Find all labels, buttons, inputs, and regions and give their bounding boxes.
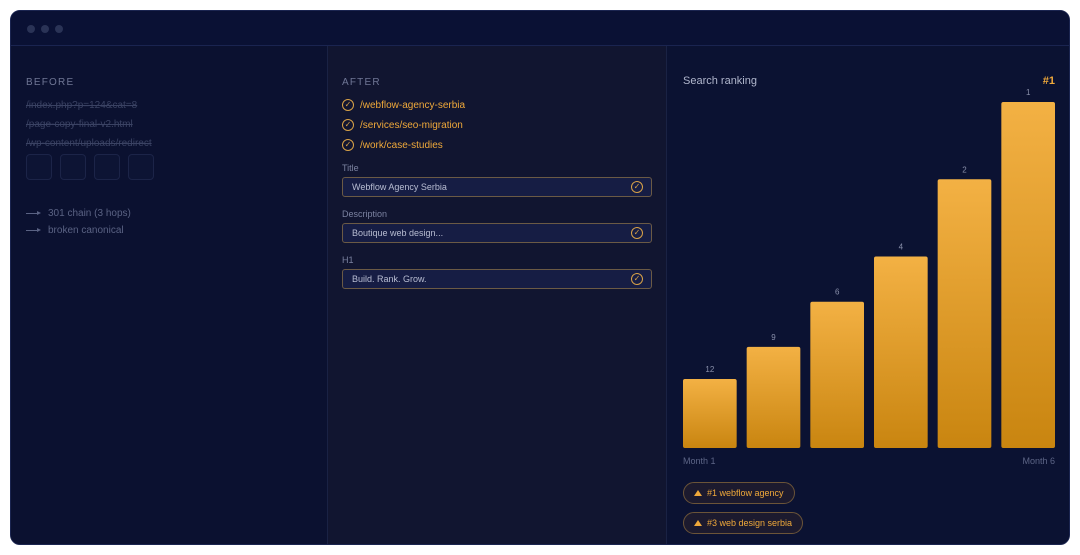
arrow-right-icon [26, 210, 42, 217]
app-window: Before /index.php?p=124&cat=8 /page-copy… [10, 10, 1070, 545]
ranking-bar-chart: 12 9 6 4 2 1 [683, 88, 1055, 448]
placeholder-box [26, 154, 52, 180]
bar [874, 256, 928, 448]
x-axis-label-end: Month 6 [1022, 456, 1055, 466]
check-circle-icon: ✓ [631, 227, 643, 239]
new-url-item[interactable]: ✓ /webflow-agency-serbia [342, 99, 465, 111]
check-circle-icon: ✓ [342, 139, 354, 151]
issue-text: broken canonical [48, 225, 124, 236]
description-field-value: Boutique web design... [352, 228, 444, 238]
bar [937, 179, 992, 448]
before-label: Before [26, 77, 75, 88]
before-panel: Before /index.php?p=124&cat=8 /page-copy… [11, 46, 328, 544]
title-field-label: Title [342, 163, 359, 173]
new-url-text: /services/seo-migration [360, 119, 463, 131]
bar-value-label: 1 [1026, 88, 1031, 97]
old-url-item: /page-copy-final-v2.html [26, 119, 133, 130]
issue-item: 301 chain (3 hops) [26, 208, 131, 219]
h1-field-value: Build. Rank. Grow. [352, 274, 427, 284]
old-url-item: /wp-content/uploads/redirect [26, 138, 152, 149]
placeholder-box [60, 154, 86, 180]
h1-field[interactable]: Build. Rank. Grow. ✓ [342, 269, 652, 289]
placeholder-box [128, 154, 154, 180]
issue-item: broken canonical [26, 225, 124, 236]
window-dot-close[interactable] [27, 25, 35, 33]
keyword-chip[interactable]: #1 webflow agency [683, 482, 795, 504]
h1-field-label: H1 [342, 255, 354, 265]
arrow-right-icon [26, 227, 42, 234]
check-circle-icon: ✓ [631, 181, 643, 193]
bar-value-label: 2 [962, 165, 967, 174]
description-field-label: Description [342, 209, 388, 219]
old-url-item: /index.php?p=124&cat=8 [26, 100, 138, 111]
after-panel: After ✓ /webflow-agency-serbia ✓ /servic… [328, 46, 667, 544]
bar [683, 379, 737, 448]
bar-value-label: 4 [899, 243, 904, 252]
new-url-text: /webflow-agency-serbia [360, 99, 466, 111]
check-circle-icon: ✓ [342, 119, 354, 131]
check-circle-icon: ✓ [342, 99, 354, 111]
check-circle-icon: ✓ [631, 273, 643, 285]
placeholder-box [94, 154, 120, 180]
triangle-up-icon [694, 520, 702, 526]
keyword-chip-text: #1 webflow agency [707, 488, 784, 498]
window-dot-minimize[interactable] [41, 25, 49, 33]
description-field[interactable]: Boutique web design... ✓ [342, 223, 652, 243]
title-field-value: Webflow Agency Serbia [352, 182, 447, 192]
triangle-up-icon [694, 490, 702, 496]
title-field[interactable]: Webflow Agency Serbia ✓ [342, 177, 652, 197]
bar [810, 301, 864, 448]
ranking-panel: Search ranking #1 12 9 6 4 2 1 Month 1 Month … [667, 46, 1069, 544]
window-dot-maximize[interactable] [55, 25, 63, 33]
title-bar [11, 11, 1069, 46]
after-label: After [342, 77, 381, 88]
keyword-chip[interactable]: #3 web design serbia [683, 512, 804, 534]
bar [1001, 102, 1055, 448]
x-axis-label-start: Month 1 [683, 456, 716, 466]
keyword-chip-text: #3 web design serbia [707, 518, 793, 528]
new-url-text: /work/case-studies [360, 139, 443, 151]
issue-text: 301 chain (3 hops) [48, 208, 131, 219]
new-url-item[interactable]: ✓ /services/seo-migration [342, 119, 463, 131]
bar-value-label: 6 [835, 288, 840, 297]
bar-value-label: 9 [771, 333, 776, 342]
bar [746, 346, 801, 448]
bar-value-label: 12 [705, 365, 714, 374]
new-url-item[interactable]: ✓ /work/case-studies [342, 139, 443, 151]
